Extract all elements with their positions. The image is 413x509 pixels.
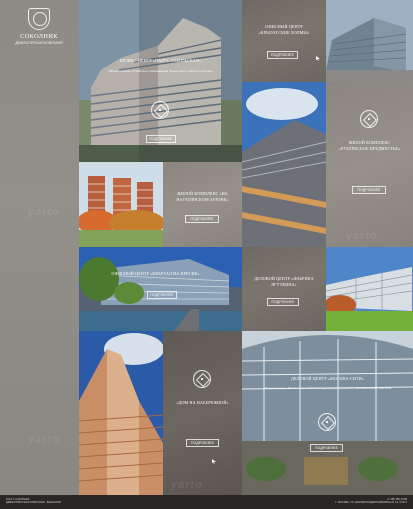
emblem-icon	[151, 101, 169, 119]
details-button[interactable]: ПОДРОБНЕЕ	[267, 298, 299, 306]
tile-office-krylatskie[interactable]: ОФИСНЫЙ ЦЕНТР «КРЫЛАТСКИЕ ХОЛМЫ» ПОДРОБН…	[242, 0, 326, 82]
watermark: yarto	[28, 206, 60, 218]
details-button[interactable]: ПОДРОБНЕЕ	[186, 439, 219, 447]
tile-title: «ДОМ НА НАБЕРЕЖНОЙ»	[176, 400, 229, 405]
tile-title: ЖИЛОЙ КОМПЛЕКС «РУБЛЁВСКОЕ ПРЕДМЕСТЬЕ»	[338, 140, 401, 151]
tile-title: ДЕЛОВОЙ ЦЕНТР «ФАБРИКА ЯГУТКИНА»	[254, 276, 314, 287]
tile-business-fabrika[interactable]: ДЕЛОВОЙ ЦЕНТР «ФАБРИКА ЯГУТКИНА» ПОДРОБН…	[242, 247, 326, 331]
emblem-icon	[193, 370, 211, 388]
building-photo	[79, 162, 163, 247]
details-button[interactable]: ПОДРОБНЕЕ	[147, 291, 177, 299]
tile-title: ОФИСНЫЙ ЦЕНТР «КРЫЛАТСКИЕ ХОЛМЫ»	[258, 24, 310, 35]
tile-residential-rublevskoe[interactable]: ЖИЛОЙ КОМПЛЕКС «РУБЛЁВСКОЕ ПРЕДМЕСТЬЕ» П…	[326, 82, 413, 247]
footer: 2014 © СОКОЛНИК ДЕВЕЛОПЕРСКАЯ КОМПАНИЯ ·…	[0, 495, 413, 509]
details-button[interactable]: ПОДРОБНЕЕ	[267, 51, 298, 59]
tile-business-moscow-city[interactable]: ДЕЛОВОЙ ЦЕНТР «МОСКВА-СИТИ» Общая площад…	[242, 331, 413, 495]
watermark: yarto	[28, 434, 60, 446]
brand-name: СОКОЛНИК	[20, 33, 58, 40]
brand-tagline: ДЕВЕЛОПЕРСКАЯ КОМПАНИЯ	[15, 41, 63, 45]
footer-right: +7 495 786 25 88 Г. МОСКВА, УЛ. ШАРИКОПО…	[335, 498, 407, 505]
brand-logo[interactable]: СОКОЛНИК ДЕВЕЛОПЕРСКАЯ КОМПАНИЯ	[12, 8, 66, 45]
tile-dom-na-naberezhnoy[interactable]: «ДОМ НА НАБЕРЕЖНОЙ» ПОДРОБНЕЕ yarto	[163, 331, 242, 495]
tile-office-kvartal[interactable]: ОФИСНЫЙ ЦЕНТР «КВАРТАЛ НА ПРЕСНЕ» ПОДРОБ…	[79, 247, 242, 331]
tile-title: БИЗНЕС-ЦЕНТР «ПАРУС ТОБОЛЬСКАЯ»	[119, 58, 202, 63]
footer-links[interactable]: ДЕВЕЛОПЕРСКАЯ КОМПАНИЯ · ВАКАНСИИ	[6, 501, 61, 504]
building-photo	[79, 247, 242, 331]
tile-residential-nagatinsky[interactable]: ЖИЛОЙ КОМПЛЕКС «НА НАГАТИНСКОМ ЗАТОНЕ» П…	[163, 162, 242, 247]
tile-title: ДЕЛОВОЙ ЦЕНТР «МОСКВА-СИТИ»	[290, 376, 365, 381]
cursor-icon	[212, 459, 216, 464]
details-button[interactable]: ПОДРОБНЕЕ	[185, 215, 219, 223]
details-button[interactable]: ПОДРОБНЕЕ	[352, 186, 386, 194]
crest-icon	[28, 8, 50, 30]
building-photo	[79, 331, 163, 495]
building-photo	[326, 247, 413, 331]
watermark: yarto	[346, 230, 378, 242]
details-button[interactable]: ПОДРОБНЕЕ	[146, 135, 176, 143]
address-text: Г. МОСКВА, УЛ. ШАРИКОПОДШИПНИКОВСКАЯ, 13…	[335, 501, 407, 505]
emblem-icon	[360, 110, 378, 128]
tile-business-center-parus[interactable]: БИЗНЕС-ЦЕНТР «ПАРУС ТОБОЛЬСКАЯ» Общая пл…	[79, 0, 242, 162]
details-button[interactable]: ПОДРОБНЕЕ	[310, 444, 343, 452]
cursor-icon	[316, 56, 320, 61]
tile-description: Общая площадь: 65 000 кв.м. Современный …	[108, 69, 213, 73]
building-photo	[326, 0, 413, 82]
tile-description: Общая площадь: 415 кв.м. Крупнейший межд…	[263, 386, 392, 390]
tile-photo-naberezhnaya[interactable]	[79, 331, 163, 495]
tile-photo-rublevskoe[interactable]	[242, 82, 326, 247]
watermark: yarto	[171, 479, 203, 491]
tile-title: ЖИЛОЙ КОМПЛЕКС «НА НАГАТИНСКОМ ЗАТОНЕ»	[176, 191, 229, 202]
tile-title: ОФИСНЫЙ ЦЕНТР «КВАРТАЛ НА ПРЕСНЕ»	[111, 271, 200, 276]
tile-photo-fabrika[interactable]	[326, 247, 413, 331]
footer-left: 2014 © СОКОЛНИК ДЕВЕЛОПЕРСКАЯ КОМПАНИЯ ·…	[6, 498, 61, 505]
emblem-icon	[318, 413, 336, 431]
tile-photo-krylatskie[interactable]	[326, 0, 413, 82]
page: СОКОЛНИК ДЕВЕЛОПЕРСКАЯ КОМПАНИЯ yarto ya…	[0, 0, 413, 509]
building-photo	[242, 82, 326, 247]
tile-photo-nagatinsky[interactable]	[79, 162, 163, 247]
sidebar: СОКОЛНИК ДЕВЕЛОПЕРСКАЯ КОМПАНИЯ yarto ya…	[0, 0, 79, 495]
